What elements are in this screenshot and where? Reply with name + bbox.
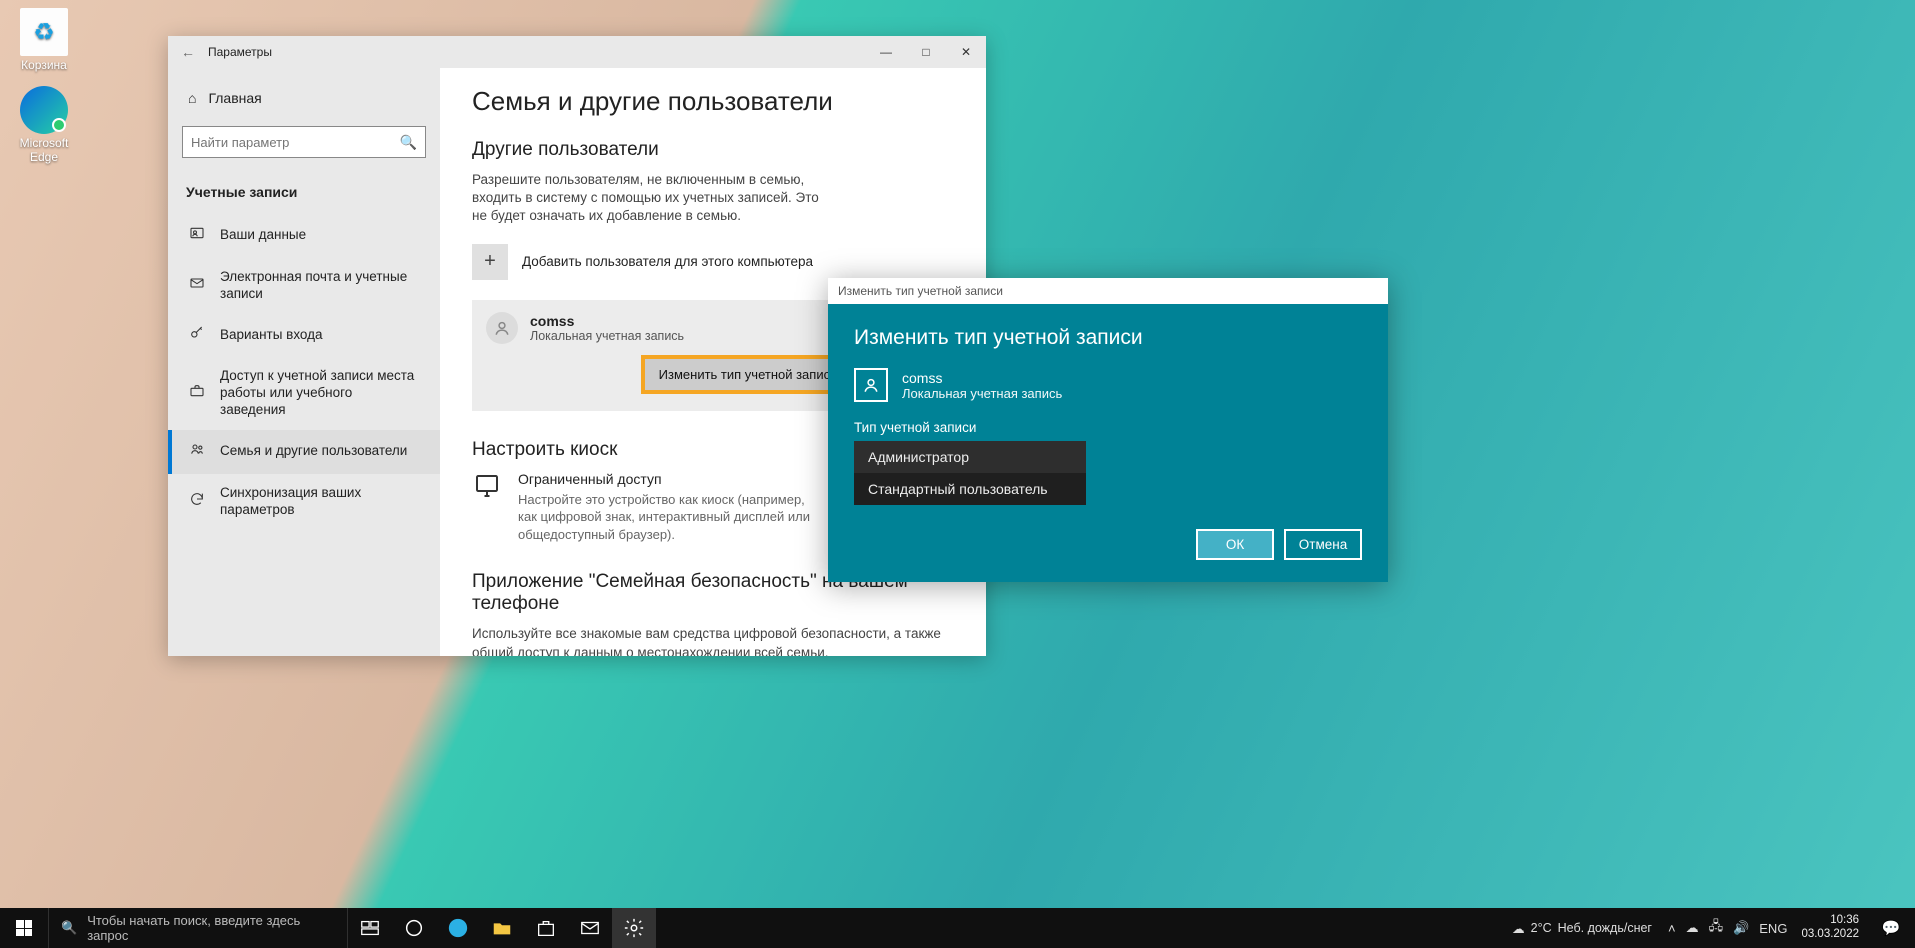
taskbar-explorer[interactable] <box>480 908 524 948</box>
sidebar-item-label: Семья и другие пользователи <box>220 443 407 460</box>
sidebar-home[interactable]: ⌂ Главная <box>168 82 440 114</box>
clock-date: 03.03.2022 <box>1801 928 1859 942</box>
action-center-button[interactable]: 💬 <box>1873 919 1909 937</box>
windows-logo-icon <box>16 920 32 936</box>
sidebar-item-signin-options[interactable]: Варианты входа <box>168 314 440 358</box>
sidebar-item-family-other-users[interactable]: Семья и другие пользователи <box>168 430 440 474</box>
avatar-icon <box>486 312 518 344</box>
dialog-user-name: comss <box>902 370 1062 386</box>
search-icon: 🔍 <box>61 920 77 936</box>
desktop-icon-label: Корзина <box>6 58 82 72</box>
ok-button[interactable]: ОК <box>1196 529 1274 560</box>
maximize-button[interactable]: □ <box>906 36 946 68</box>
change-account-type-button[interactable]: Изменить тип учетной записи <box>642 356 855 393</box>
account-type-label: Тип учетной записи <box>854 420 1362 435</box>
desktop-icon-edge[interactable]: Microsoft Edge <box>6 86 82 164</box>
dialog-user-type: Локальная учетная запись <box>902 386 1062 401</box>
sidebar-item-label: Синхронизация ваших параметров <box>220 485 420 519</box>
family-app-description: Используйте все знакомые вам средства ци… <box>472 625 952 656</box>
section-heading-other-users: Другие пользователи <box>472 139 954 161</box>
add-user-row[interactable]: + Добавить пользователя для этого компью… <box>472 244 954 280</box>
chevron-up-icon[interactable]: ˄ <box>1668 921 1676 936</box>
cortana-button[interactable] <box>392 908 436 948</box>
back-button[interactable]: ← <box>168 44 208 60</box>
search-icon: 🔍 <box>400 134 417 151</box>
taskbar-search[interactable]: 🔍 Чтобы начать поиск, введите здесь запр… <box>48 908 348 948</box>
onedrive-icon[interactable]: ☁ <box>1686 920 1699 936</box>
plus-icon: + <box>472 244 508 280</box>
taskbar: 🔍 Чтобы начать поиск, введите здесь запр… <box>0 908 1915 948</box>
key-icon <box>188 325 206 347</box>
weather-temp: 2°C <box>1531 921 1552 935</box>
sidebar-item-sync[interactable]: Синхронизация ваших параметров <box>168 474 440 530</box>
desktop-icon-recycle-bin[interactable]: ♻ Корзина <box>6 8 82 72</box>
dropdown-option-standard[interactable]: Стандартный пользователь <box>854 473 1086 505</box>
briefcase-icon <box>188 383 206 405</box>
sync-icon <box>188 491 206 513</box>
settings-sidebar: ⌂ Главная 🔍 Учетные записи Ваши данные Э… <box>168 68 440 656</box>
kiosk-title: Ограниченный доступ <box>518 471 818 487</box>
sidebar-item-your-data[interactable]: Ваши данные <box>168 214 440 258</box>
sidebar-item-label: Варианты входа <box>220 327 323 344</box>
system-tray[interactable]: ˄ ☁ 🖧 🔊 ENG <box>1668 917 1787 939</box>
user-type: Локальная учетная запись <box>530 329 684 343</box>
volume-icon[interactable]: 🔊 <box>1733 920 1749 936</box>
home-icon: ⌂ <box>188 90 196 106</box>
sidebar-item-email-accounts[interactable]: Электронная почта и учетные записи <box>168 258 440 314</box>
taskbar-clock[interactable]: 10:36 03.03.2022 <box>1801 914 1859 942</box>
cancel-button[interactable]: Отмена <box>1284 529 1362 560</box>
dialog-heading: Изменить тип учетной записи <box>854 326 1362 350</box>
sidebar-item-label: Доступ к учетной записи места работы или… <box>220 368 420 419</box>
close-button[interactable]: ✕ <box>946 36 986 68</box>
sidebar-item-label: Ваши данные <box>220 227 306 244</box>
sidebar-item-work-school[interactable]: Доступ к учетной записи места работы или… <box>168 357 440 430</box>
network-icon[interactable]: 🖧 <box>1709 917 1724 939</box>
task-view-button[interactable] <box>348 908 392 948</box>
sidebar-section-heading: Учетные записи <box>168 176 440 208</box>
change-account-type-dialog: Изменить тип учетной записи Изменить тип… <box>828 278 1388 582</box>
desktop-icon-label: Microsoft Edge <box>6 136 82 164</box>
kiosk-description: Настройте это устройство как киоск (напр… <box>518 491 818 544</box>
avatar-icon <box>854 368 888 402</box>
mail-icon <box>188 275 206 297</box>
sidebar-item-label: Электронная почта и учетные записи <box>220 269 420 303</box>
sidebar-home-label: Главная <box>208 90 261 106</box>
dropdown-option-admin[interactable]: Администратор <box>854 441 1086 473</box>
minimize-button[interactable]: — <box>866 36 906 68</box>
taskbar-mail[interactable] <box>568 908 612 948</box>
window-title: Параметры <box>208 45 272 59</box>
taskbar-edge[interactable] <box>436 908 480 948</box>
page-heading: Семья и другие пользователи <box>472 86 954 117</box>
edge-icon <box>20 86 68 134</box>
family-icon <box>188 441 206 463</box>
person-card-icon <box>188 225 206 247</box>
taskbar-settings[interactable] <box>612 908 656 948</box>
dialog-titlebar: Изменить тип учетной записи <box>828 278 1388 304</box>
section-description: Разрешите пользователям, не включенным в… <box>472 171 832 226</box>
add-user-label: Добавить пользователя для этого компьюте… <box>522 254 813 269</box>
taskbar-search-placeholder: Чтобы начать поиск, введите здесь запрос <box>87 913 335 943</box>
taskbar-store[interactable] <box>524 908 568 948</box>
clock-time: 10:36 <box>1801 914 1859 928</box>
weather-text: Неб. дождь/снег <box>1558 921 1652 935</box>
user-name: comss <box>530 313 684 329</box>
account-type-dropdown[interactable]: Администратор Стандартный пользователь <box>854 441 1086 505</box>
settings-search[interactable]: 🔍 <box>182 126 426 158</box>
language-indicator[interactable]: ENG <box>1759 921 1787 936</box>
recycle-bin-icon: ♻ <box>20 8 68 56</box>
taskbar-weather[interactable]: ☁ 2°C Неб. дождь/снег <box>1512 921 1652 936</box>
monitor-icon <box>472 471 502 506</box>
titlebar: ← Параметры — □ ✕ <box>168 36 986 68</box>
start-button[interactable] <box>0 908 48 948</box>
weather-icon: ☁ <box>1512 921 1525 936</box>
search-input[interactable] <box>191 135 400 150</box>
